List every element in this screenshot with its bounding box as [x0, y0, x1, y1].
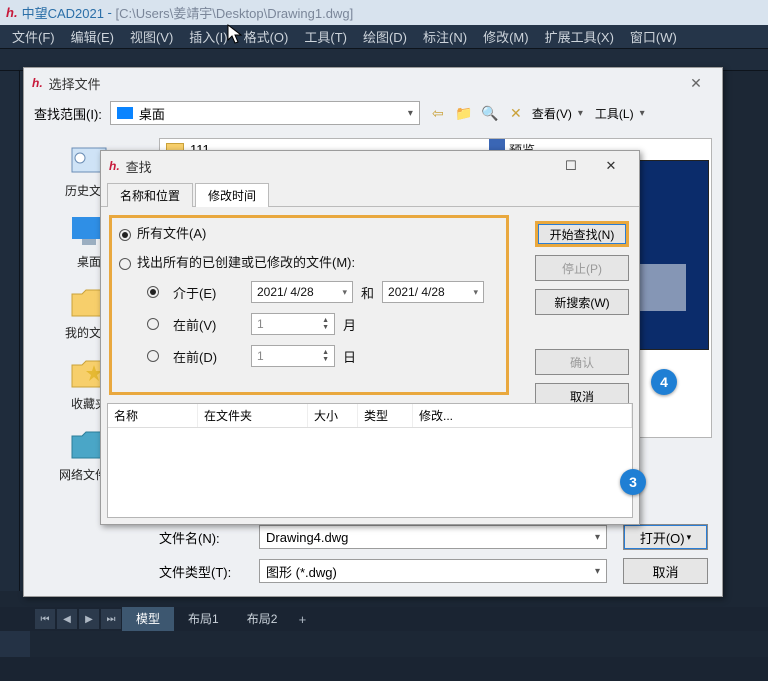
layout-tabs: ⏮ ◀ ▶ ⏭ 模型 布局1 布局2 +	[0, 607, 768, 631]
menubar: 文件(F) 编辑(E) 视图(V) 插入(I) 格式(O) 工具(T) 绘图(D…	[0, 25, 768, 49]
status-bar	[0, 657, 768, 681]
menu-format[interactable]: 格式(O)	[236, 27, 297, 46]
months-spinner[interactable]: 1▲▼	[251, 313, 335, 335]
col-name[interactable]: 名称	[108, 404, 198, 427]
tab-modified[interactable]: 修改时间	[195, 183, 269, 207]
col-folder[interactable]: 在文件夹	[198, 404, 308, 427]
menu-view[interactable]: 视图(V)	[122, 27, 181, 46]
date-to[interactable]: 2021/ 4/28▾	[382, 281, 484, 303]
menu-file[interactable]: 文件(F)	[4, 27, 63, 46]
filename-label: 文件名(N):	[159, 528, 249, 547]
tab-name-location[interactable]: 名称和位置	[107, 183, 193, 207]
select-file-titlebar[interactable]: h. 选择文件 ✕	[24, 68, 722, 98]
close-icon[interactable]: ✕	[678, 71, 714, 95]
lookin-label: 查找范围(I):	[34, 104, 102, 123]
step-badge-3: 3	[620, 469, 646, 495]
ok-button[interactable]: 确认	[535, 349, 629, 375]
find-tabs: 名称和位置 修改时间	[101, 181, 639, 207]
find-titlebar[interactable]: h. 查找 ☐ ✕	[101, 151, 639, 181]
col-size[interactable]: 大小	[308, 404, 358, 427]
menu-draw[interactable]: 绘图(D)	[355, 27, 415, 46]
new-search-button[interactable]: 新搜索(W)	[535, 289, 629, 315]
col-type[interactable]: 类型	[358, 404, 413, 427]
delete-icon[interactable]: ✕	[506, 103, 526, 123]
date-from[interactable]: 2021/ 4/28▾	[251, 281, 353, 303]
close-icon[interactable]: ✕	[591, 153, 631, 179]
tab-layout1[interactable]: 布局1	[174, 607, 233, 631]
left-toolbar-1	[0, 71, 20, 591]
doc-path: [C:\Users\姜靖宇\Desktop\Drawing1.dwg]	[116, 3, 354, 22]
find-title: 查找	[126, 157, 152, 176]
tools-dropdown[interactable]: 工具(L)	[595, 105, 634, 122]
days-unit: 日	[343, 347, 356, 366]
tab-prev-icon[interactable]: ◀	[57, 609, 77, 629]
between-label: 介于(E)	[173, 283, 243, 302]
find-dialog: h. 查找 ☐ ✕ 名称和位置 修改时间 所有文件(A) 找出所有的已创建或已修…	[100, 150, 640, 525]
tab-first-icon[interactable]: ⏮	[35, 609, 55, 629]
tab-next-icon[interactable]: ▶	[79, 609, 99, 629]
and-label: 和	[361, 283, 374, 302]
view-dropdown[interactable]: 查看(V)	[532, 105, 572, 122]
days-spinner[interactable]: 1▲▼	[251, 345, 335, 367]
start-search-button[interactable]: 开始查找(N)	[535, 221, 629, 247]
results-list[interactable]: 名称 在文件夹 大小 类型 修改...	[107, 403, 633, 518]
command-close-icon[interactable]	[0, 631, 30, 657]
menu-modify[interactable]: 修改(M)	[475, 27, 537, 46]
maximize-icon[interactable]: ☐	[551, 153, 591, 179]
step-badge-4: 4	[651, 369, 677, 395]
tab-layout2[interactable]: 布局2	[233, 607, 292, 631]
open-button[interactable]: 打开(O)▾	[623, 524, 708, 550]
filename-input[interactable]: Drawing4.dwg▾	[259, 525, 607, 549]
stop-button[interactable]: 停止(P)	[535, 255, 629, 281]
app-logo-icon: h.	[6, 5, 18, 20]
back-icon[interactable]: ⇦	[428, 103, 448, 123]
cancel-button[interactable]: 取消	[623, 558, 708, 584]
radio-between[interactable]	[147, 286, 159, 298]
col-modified[interactable]: 修改...	[413, 404, 632, 427]
chevron-down-icon: ▾	[408, 108, 413, 119]
filetype-label: 文件类型(T):	[159, 562, 249, 581]
months-unit: 月	[343, 315, 356, 334]
menu-tools[interactable]: 工具(T)	[296, 27, 355, 46]
menu-dimension[interactable]: 标注(N)	[415, 27, 475, 46]
up-icon[interactable]: 📁	[454, 103, 474, 123]
before-days-label: 在前(D)	[173, 347, 243, 366]
before-months-label: 在前(V)	[173, 315, 243, 334]
app-title: 中望CAD2021	[22, 3, 104, 22]
lookin-value: 桌面	[139, 104, 165, 123]
tab-model[interactable]: 模型	[122, 607, 174, 631]
dialog-logo-icon: h.	[32, 76, 43, 90]
app-titlebar: h. 中望CAD2021 - [C:\Users\姜靖宇\Desktop\Dra…	[0, 0, 768, 25]
lookin-combo[interactable]: 桌面 ▾	[110, 101, 420, 125]
filetype-combo[interactable]: 图形 (*.dwg)▾	[259, 559, 607, 583]
radio-modified-files[interactable]: 找出所有的已创建或已修改的文件(M):	[119, 252, 499, 271]
menu-insert[interactable]: 插入(I)	[181, 27, 235, 46]
menu-edit[interactable]: 编辑(E)	[63, 27, 122, 46]
radio-before-days[interactable]	[147, 350, 159, 362]
menu-extend[interactable]: 扩展工具(X)	[537, 27, 622, 46]
tab-add-icon[interactable]: +	[291, 612, 313, 627]
desktop-icon	[117, 107, 133, 119]
dialog-logo-icon: h.	[109, 159, 120, 173]
tab-last-icon[interactable]: ⏭	[101, 609, 121, 629]
select-file-title: 选择文件	[49, 74, 101, 93]
radio-before-months[interactable]	[147, 318, 159, 330]
search-icon[interactable]: 🔍	[480, 103, 500, 123]
menu-window[interactable]: 窗口(W)	[622, 27, 685, 46]
radio-all-files[interactable]: 所有文件(A)	[119, 223, 499, 242]
